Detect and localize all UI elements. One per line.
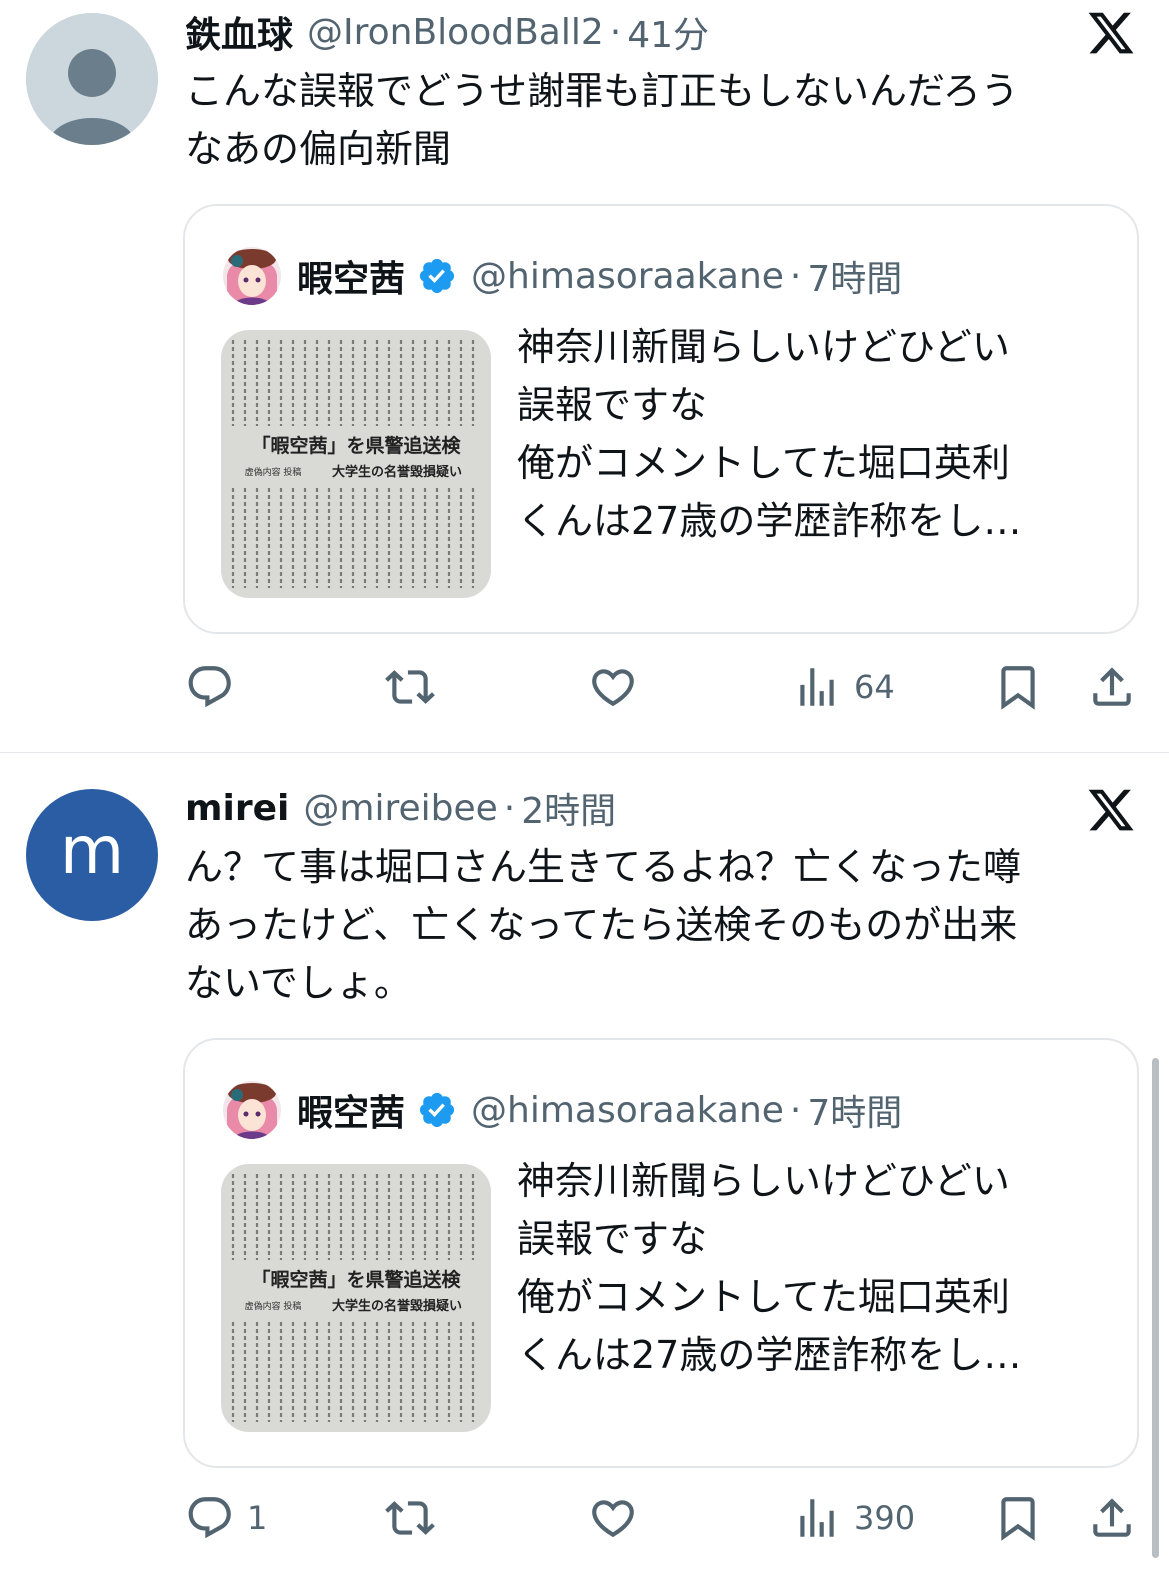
action-bar: 1 390 <box>0 1486 1169 1550</box>
quote-text-line: 神奈川新聞らしいけどひどい <box>517 1159 1010 1203</box>
bookmark-button[interactable] <box>993 655 1043 719</box>
anime-avatar-icon <box>223 1081 281 1139</box>
verified-badge-icon <box>419 258 455 294</box>
newspaper-kicker: 虚偽内容 投稿 <box>245 1300 302 1312</box>
tweet-header: mirei @mireibee · 2時間 <box>185 780 616 836</box>
quote-display-name[interactable]: 暇空茜 <box>297 250 405 302</box>
x-logo-icon[interactable] <box>1086 785 1136 835</box>
retweet-icon <box>385 670 435 704</box>
reply-icon <box>188 1497 231 1539</box>
quote-avatar <box>223 247 281 305</box>
like-button[interactable] <box>588 655 638 719</box>
newspaper-image[interactable]: 「暇空茜」を県警追送検 大学生の名誉毀損疑い 虚偽内容 投稿 <box>221 1164 491 1432</box>
anime-avatar-icon <box>223 247 281 305</box>
views-icon <box>800 1499 834 1537</box>
separator: · <box>789 1089 802 1131</box>
handle[interactable]: @IronBloodBall2 <box>307 12 604 53</box>
tweet-text-line: こんな誤報でどうせ謝罪も訂正もしないんだろう <box>185 69 1019 113</box>
newspaper-headline: 「暇空茜」を県警追送検 <box>251 434 461 457</box>
tweet-text-line: あったけど、亡くなってたら送検そのものが出来 <box>185 903 1018 947</box>
quote-text: 神奈川新聞らしいけどひどい 誤報ですな 俺がコメントしてた堀口英利 くんは27歳… <box>517 318 1117 550</box>
quote-tweet[interactable]: 暇空茜 @himasoraakane · 7時間 「暇空茜」を県警追送検 大学生… <box>183 204 1139 634</box>
bookmark-icon <box>1001 666 1035 710</box>
quote-tweet[interactable]: 暇空茜 @himasoraakane · 7時間 「暇空茜」を県警追送検 大学生… <box>183 1038 1139 1468</box>
quote-handle[interactable]: @himasoraakane <box>471 1090 784 1131</box>
display-name[interactable]: 鉄血球 <box>185 6 293 58</box>
timestamp[interactable]: 2時間 <box>521 782 616 834</box>
bookmark-icon <box>1001 1497 1035 1541</box>
share-button[interactable] <box>1087 1486 1137 1550</box>
reply-count: 1 <box>247 1499 268 1537</box>
quote-timestamp[interactable]: 7時間 <box>807 1084 902 1136</box>
separator: · <box>609 11 622 53</box>
tweet-text: ん？て事は堀口さん生きてるよね？亡くなった噂 あったけど、亡くなってたら送検その… <box>185 838 1135 1012</box>
newspaper-kicker: 虚偽内容 投稿 <box>245 466 302 478</box>
x-logo-icon[interactable] <box>1086 8 1136 58</box>
quote-text-line: 俺がコメントしてた堀口英利 <box>517 1275 1010 1319</box>
scrollbar[interactable] <box>1152 1058 1159 1558</box>
newspaper-image[interactable]: 「暇空茜」を県警追送検 大学生の名誉毀損疑い 虚偽内容 投稿 <box>221 330 491 598</box>
tweet-2[interactable]: m mirei @mireibee · 2時間 ん？て事は堀口さん生きてるよね？… <box>0 753 1169 1570</box>
tweet-text: こんな誤報でどうせ謝罪も訂正もしないんだろう なあの偏向新聞 <box>185 62 1135 178</box>
quote-text-line: 神奈川新聞らしいけどひどい <box>517 325 1010 369</box>
views-count: 64 <box>854 668 895 706</box>
retweet-button[interactable] <box>385 1486 435 1550</box>
handle[interactable]: @mireibee <box>303 788 497 829</box>
tweet-text-line: なあの偏向新聞 <box>185 127 452 171</box>
bookmark-button[interactable] <box>993 1486 1043 1550</box>
reply-icon <box>188 666 231 708</box>
action-bar: 64 <box>0 655 1169 719</box>
share-button[interactable] <box>1087 655 1137 719</box>
reply-button[interactable] <box>185 655 247 719</box>
quote-header: 暇空茜 @himasoraakane · 7時間 <box>223 246 902 306</box>
newspaper-headline: 「暇空茜」を県警追送検 <box>251 1268 461 1291</box>
quote-text-line: くんは27歳の学歴詐称をし… <box>517 499 1022 543</box>
views-icon <box>800 668 834 706</box>
reply-button[interactable]: 1 <box>185 1486 267 1550</box>
like-button[interactable] <box>588 1486 638 1550</box>
quote-text-line: 俺がコメントしてた堀口英利 <box>517 441 1010 485</box>
avatar-letter: m <box>59 812 125 889</box>
newspaper-clipping-image: 「暇空茜」を県警追送検 大学生の名誉毀損疑い 虚偽内容 投稿 <box>221 330 491 598</box>
separator: · <box>789 255 802 297</box>
like-icon <box>592 669 634 707</box>
quote-header: 暇空茜 @himasoraakane · 7時間 <box>223 1080 902 1140</box>
share-icon <box>1093 667 1131 706</box>
retweet-icon <box>385 1501 435 1535</box>
tweet-header: 鉄血球 @IronBloodBall2 · 41分 <box>185 4 709 60</box>
quote-display-name[interactable]: 暇空茜 <box>297 1084 405 1136</box>
display-name[interactable]: mirei <box>185 788 289 829</box>
views-count: 390 <box>854 1499 916 1537</box>
quote-text-line: 誤報ですな <box>517 383 708 427</box>
avatar[interactable] <box>26 13 158 145</box>
verified-badge-icon <box>419 1092 455 1128</box>
quote-text-line: くんは27歳の学歴詐称をし… <box>517 1333 1022 1377</box>
quote-text-line: 誤報ですな <box>517 1217 708 1261</box>
newspaper-clipping-image: 「暇空茜」を県警追送検 大学生の名誉毀損疑い 虚偽内容 投稿 <box>221 1164 491 1432</box>
newspaper-subhead: 大学生の名誉毀損疑い <box>332 464 462 480</box>
separator: · <box>503 787 516 829</box>
quote-timestamp[interactable]: 7時間 <box>807 250 902 302</box>
timestamp[interactable]: 41分 <box>627 6 709 58</box>
quote-text: 神奈川新聞らしいけどひどい 誤報ですな 俺がコメントしてた堀口英利 くんは27歳… <box>517 1152 1117 1384</box>
tweet-1[interactable]: 鉄血球 @IronBloodBall2 · 41分 こんな誤報でどうせ謝罪も訂正… <box>0 0 1169 752</box>
tweet-text-line: ないでしょ。 <box>185 961 412 1005</box>
tweet-text-line: ん？て事は堀口さん生きてるよね？亡くなった噂 <box>185 845 1022 889</box>
newspaper-subhead: 大学生の名誉毀損疑い <box>332 1298 462 1314</box>
like-icon <box>592 1500 634 1538</box>
retweet-button[interactable] <box>385 655 435 719</box>
default-person-icon <box>26 13 158 145</box>
avatar[interactable]: m <box>26 789 158 921</box>
quote-handle[interactable]: @himasoraakane <box>471 256 784 297</box>
views-button[interactable]: 64 <box>792 655 895 719</box>
views-button[interactable]: 390 <box>792 1486 915 1550</box>
quote-avatar <box>223 1081 281 1139</box>
share-icon <box>1093 1498 1131 1537</box>
